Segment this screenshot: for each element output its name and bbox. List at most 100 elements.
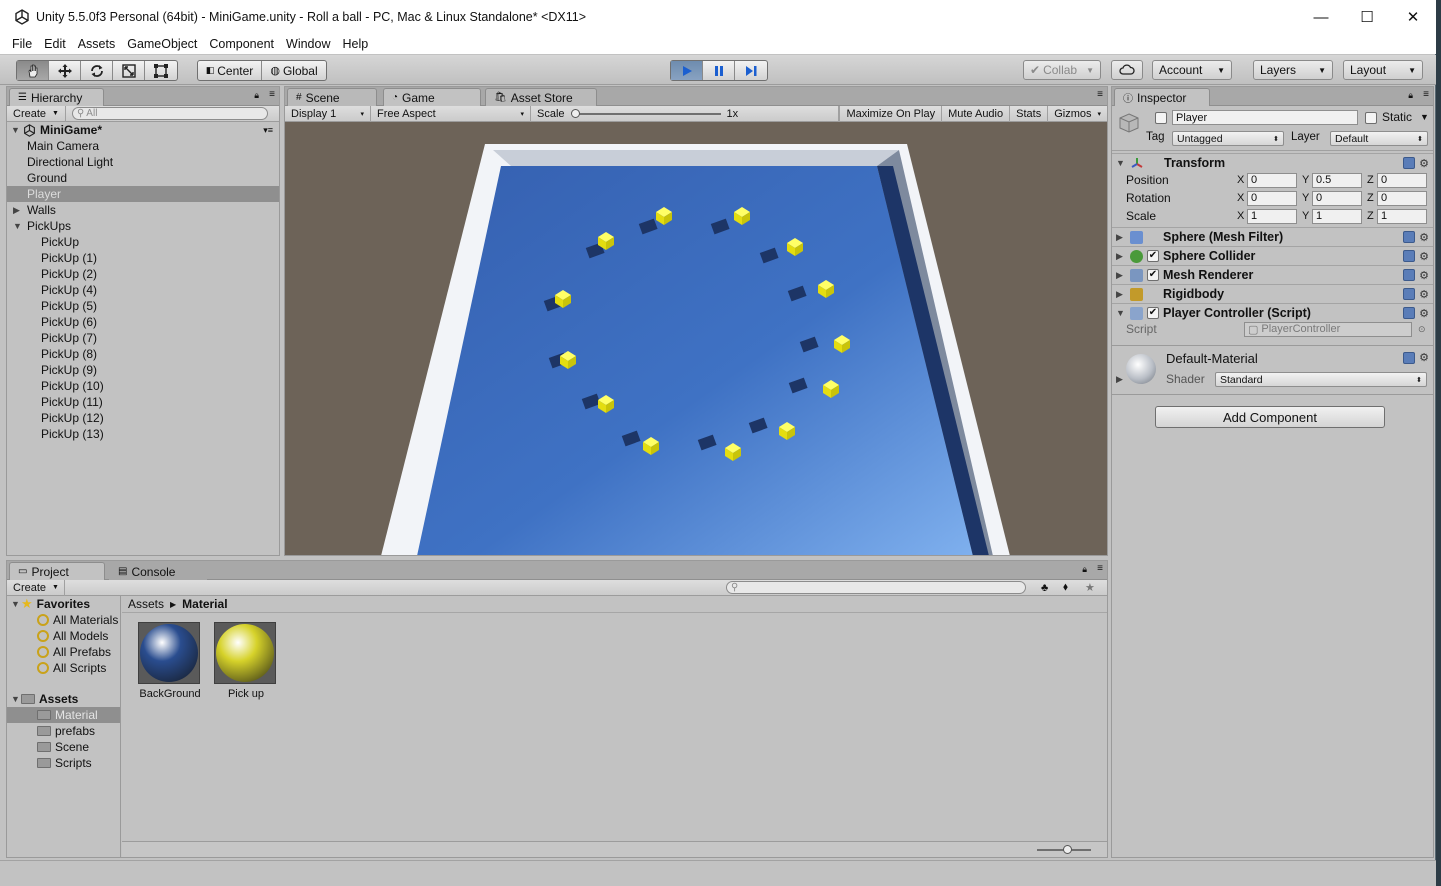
panel-menu-icon[interactable]: ≡: [1423, 89, 1429, 100]
gear-icon[interactable]: ⚙: [1419, 269, 1429, 282]
menu-component[interactable]: Component: [209, 37, 274, 51]
hierarchy-item[interactable]: ▶ Walls: [7, 202, 279, 218]
component-header[interactable]: ▶ ✔ Mesh Renderer ⚙: [1112, 265, 1433, 284]
gear-icon[interactable]: ⚙: [1419, 231, 1429, 244]
help-book-icon[interactable]: [1403, 157, 1416, 169]
transform-position-x-field[interactable]: 0: [1247, 172, 1297, 188]
component-header[interactable]: ▶ Rigidbody ⚙: [1112, 284, 1433, 303]
hierarchy-item[interactable]: PickUp (1): [7, 250, 279, 266]
maximize-button[interactable]: ☐: [1344, 0, 1390, 34]
hierarchy-scene-row[interactable]: ▼ MiniGame* ▾≡: [7, 122, 279, 138]
fold-arrow-icon[interactable]: ▼: [11, 125, 21, 135]
scene-menu-icon[interactable]: ▾≡: [263, 125, 273, 136]
zoom-slider-thumb[interactable]: [1063, 845, 1072, 854]
gear-icon[interactable]: ⚙: [1419, 157, 1429, 170]
lock-icon[interactable]: 🔒︎: [1082, 564, 1087, 575]
folder-item[interactable]: prefabs: [7, 723, 120, 739]
pivot-global-button[interactable]: ◍ Global: [262, 61, 326, 80]
object-picker-icon[interactable]: ⊙: [1418, 324, 1426, 335]
help-book-icon[interactable]: [1403, 250, 1416, 262]
zoom-slider[interactable]: [1037, 845, 1091, 854]
folder-item[interactable]: Scene: [7, 739, 120, 755]
gear-icon[interactable]: ⚙: [1419, 351, 1429, 364]
gear-icon[interactable]: ⚙: [1419, 288, 1429, 301]
scale-slider-thumb[interactable]: [570, 108, 580, 118]
help-book-icon[interactable]: [1403, 288, 1416, 300]
tab-project[interactable]: ▭ Project: [9, 562, 105, 580]
step-button[interactable]: [735, 61, 767, 80]
component-enabled-checkbox[interactable]: ✔: [1147, 269, 1159, 281]
hierarchy-item[interactable]: PickUp (5): [7, 298, 279, 314]
move-tool-button[interactable]: [49, 61, 81, 80]
filter-by-type-icon[interactable]: ♣: [1041, 582, 1048, 594]
transform-scale-y-field[interactable]: 1: [1312, 208, 1362, 224]
lock-icon[interactable]: 🔒︎: [254, 90, 259, 101]
fold-arrow-icon[interactable]: ▶: [13, 205, 23, 216]
static-checkbox[interactable]: [1365, 112, 1377, 124]
play-button[interactable]: [671, 61, 703, 80]
pause-button[interactable]: [703, 61, 735, 80]
hierarchy-item[interactable]: PickUp (13): [7, 426, 279, 442]
hierarchy-item[interactable]: Ground: [7, 170, 279, 186]
hand-tool-button[interactable]: [17, 61, 49, 80]
transform-position-y-field[interactable]: 0.5: [1312, 172, 1362, 188]
favorites-header[interactable]: ▼ ★ Favorites: [7, 596, 120, 612]
panel-menu-icon[interactable]: ≡: [1097, 89, 1103, 100]
fold-arrow-icon[interactable]: ▼: [1116, 308, 1126, 318]
project-search-input[interactable]: ⚲: [726, 581, 1026, 594]
gear-icon[interactable]: ⚙: [1419, 250, 1429, 263]
component-header[interactable]: ▶ Sphere (Mesh Filter) ⚙: [1112, 227, 1433, 246]
layers-dropdown[interactable]: Layers ▼: [1253, 60, 1333, 80]
aspect-dropdown[interactable]: Free Aspect ▾: [371, 105, 531, 122]
breadcrumb-current[interactable]: Material: [182, 597, 227, 611]
hierarchy-item[interactable]: PickUp (10): [7, 378, 279, 394]
shader-dropdown[interactable]: Standard ⬍: [1215, 372, 1427, 387]
cloud-button[interactable]: [1111, 60, 1143, 80]
transform-position-z-field[interactable]: 0: [1377, 172, 1427, 188]
stats-toggle[interactable]: Stats: [1010, 105, 1049, 122]
tab-scene[interactable]: # Scene: [287, 88, 377, 106]
tab-hierarchy[interactable]: ☰ Hierarchy: [9, 88, 104, 106]
hierarchy-item[interactable]: PickUp (9): [7, 362, 279, 378]
fold-arrow-icon[interactable]: ▼: [1116, 158, 1126, 168]
active-checkbox[interactable]: [1155, 112, 1167, 124]
tag-dropdown[interactable]: Untagged ⬍: [1172, 131, 1284, 146]
layer-dropdown[interactable]: Default ⬍: [1330, 131, 1428, 146]
fold-arrow-icon[interactable]: ▶: [1116, 270, 1126, 281]
fold-arrow-icon[interactable]: ▶: [1116, 289, 1126, 300]
fold-arrow-icon[interactable]: ▼: [11, 599, 21, 609]
lock-icon[interactable]: 🔒︎: [1408, 90, 1413, 101]
menu-file[interactable]: File: [12, 37, 32, 51]
panel-menu-icon[interactable]: ≡: [269, 89, 275, 100]
tab-inspector[interactable]: ⓘ Inspector: [1114, 88, 1210, 106]
hierarchy-item[interactable]: PickUp (12): [7, 410, 279, 426]
tab-asset-store[interactable]: 🛍︎ Asset Store: [485, 88, 597, 106]
favorite-item[interactable]: All Scripts: [7, 660, 120, 676]
folder-item[interactable]: Material: [7, 707, 120, 723]
filter-by-label-icon[interactable]: ⬧: [1063, 581, 1068, 594]
menu-window[interactable]: Window: [286, 37, 330, 51]
account-dropdown[interactable]: Account ▼: [1152, 60, 1232, 80]
gizmos-dropdown[interactable]: Gizmos ▾: [1048, 106, 1107, 122]
asset-tile[interactable]: Pick up: [214, 622, 278, 702]
minimize-button[interactable]: —: [1298, 0, 1344, 34]
gear-icon[interactable]: ⚙: [1419, 307, 1429, 320]
layout-dropdown[interactable]: Layout ▼: [1343, 60, 1423, 80]
fold-arrow-icon[interactable]: ▶: [1116, 251, 1126, 262]
transform-scale-x-field[interactable]: 1: [1247, 208, 1297, 224]
maximize-on-play-toggle[interactable]: Maximize On Play: [839, 105, 943, 122]
transform-rotation-z-field[interactable]: 0: [1377, 190, 1427, 206]
hierarchy-item[interactable]: PickUp (8): [7, 346, 279, 362]
game-viewport[interactable]: [285, 122, 1107, 555]
rotate-tool-button[interactable]: [81, 61, 113, 80]
chevron-down-icon[interactable]: ▼: [1420, 112, 1429, 122]
transform-rotation-y-field[interactable]: 0: [1312, 190, 1362, 206]
folder-item[interactable]: Scripts: [7, 755, 120, 771]
hierarchy-search-input[interactable]: ⚲ All: [71, 107, 268, 120]
tab-game[interactable]: ◔ Game: [383, 88, 481, 106]
favorite-item[interactable]: All Prefabs: [7, 644, 120, 660]
hierarchy-item[interactable]: Main Camera: [7, 138, 279, 154]
fold-arrow-icon[interactable]: ▶: [1116, 232, 1126, 243]
help-book-icon[interactable]: [1403, 351, 1416, 364]
hierarchy-item[interactable]: Directional Light: [7, 154, 279, 170]
